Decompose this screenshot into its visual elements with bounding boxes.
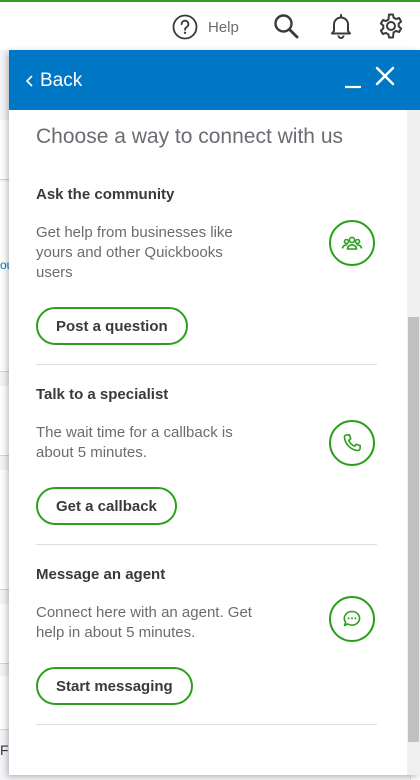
speech-bubble-icon	[343, 610, 361, 627]
help-panel: Back Choose a way to connect with us Ask…	[9, 50, 420, 775]
section-title: Ask the community	[36, 186, 175, 203]
chevron-left-icon	[25, 75, 33, 87]
back-label: Back	[40, 70, 83, 91]
scrollbar-thumb[interactable]	[408, 317, 419, 742]
help-circle-icon	[172, 14, 198, 40]
panel-content: Choose a way to connect with us Ask the …	[9, 110, 420, 775]
gear-icon[interactable]	[377, 12, 405, 40]
section-description: Get help from businesses like yours and …	[36, 224, 233, 281]
handset-icon	[343, 434, 361, 452]
phone-icon[interactable]	[329, 420, 375, 466]
search-icon[interactable]	[272, 12, 300, 40]
close-icon[interactable]	[375, 66, 395, 86]
section-title: Talk to a specialist	[36, 386, 169, 403]
section-divider	[36, 724, 377, 725]
get-callback-button[interactable]: Get a callback	[36, 487, 177, 525]
community-icon[interactable]	[329, 220, 375, 266]
panel-heading: Choose a way to connect with us	[36, 125, 344, 148]
section-description: Connect here with an agent. Get help in …	[36, 604, 252, 641]
back-button[interactable]: Back	[25, 68, 82, 94]
people-icon	[341, 236, 363, 250]
panel-header: Back	[9, 50, 420, 110]
start-messaging-button[interactable]: Start messaging	[36, 667, 193, 705]
post-question-button[interactable]: Post a question	[36, 307, 188, 345]
section-title: Message an agent	[36, 566, 166, 583]
app-topbar: Help	[0, 2, 420, 50]
minimize-icon[interactable]	[344, 70, 362, 90]
bell-icon[interactable]	[327, 12, 355, 40]
help-button[interactable]: Help	[172, 14, 239, 40]
section-description: The wait time for a callback is about 5 …	[36, 424, 233, 461]
chat-icon[interactable]	[329, 596, 375, 642]
section-divider	[36, 544, 377, 545]
help-label: Help	[208, 18, 239, 36]
section-divider	[36, 364, 377, 365]
